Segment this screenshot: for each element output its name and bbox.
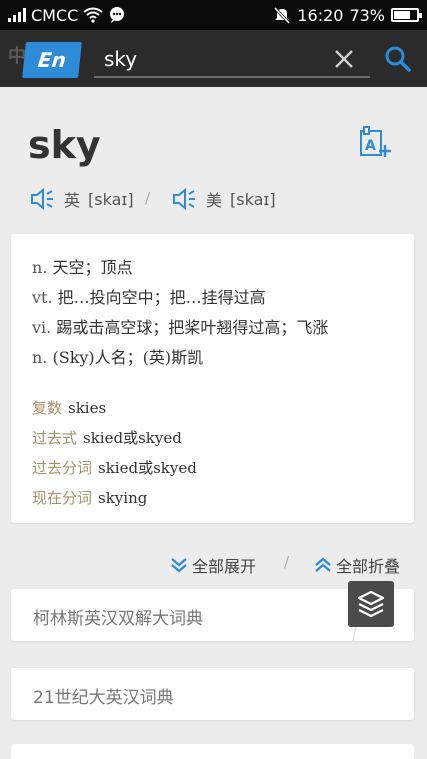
expand-all-button[interactable]: 全部展开 <box>170 553 256 577</box>
svg-text:A: A <box>365 138 376 154</box>
lang-switch-en[interactable]: En <box>22 42 82 78</box>
add-to-wordbook-icon[interactable]: A <box>358 125 392 161</box>
carrier-label: CMCC <box>31 5 79 25</box>
word-form-label: 复数 <box>32 399 63 417</box>
chevron-double-down-icon <box>171 558 187 573</box>
definition-line: n. 天空；顶点 <box>32 254 133 278</box>
wifi-icon <box>83 7 103 23</box>
word-form-value: skied或skyed <box>83 429 182 447</box>
dictionary-name: 柯林斯英汉双解大词典 <box>33 609 203 629</box>
dictionary-name: 21世纪大英汉词典 <box>33 688 174 708</box>
status-bar: CMCC 16:20 73% <box>0 0 427 30</box>
status-left: CMCC <box>8 5 126 25</box>
pron-separator: / <box>145 189 151 207</box>
word-form-label: 现在分词 <box>32 489 93 507</box>
search-input[interactable] <box>104 44 324 74</box>
chevron-double-up-icon <box>315 557 331 572</box>
entry-content: sky A 英 [skaɪ] / 美 [skaɪ] n. 天空；顶点 vt. 把… <box>0 87 427 759</box>
definition-line: vt. 把…投向空中；把…挂得过高 <box>32 284 266 308</box>
speaker-icon[interactable] <box>172 188 198 210</box>
headword: sky <box>28 123 101 167</box>
part-of-speech: n. <box>32 258 48 277</box>
battery-percent: 73% <box>349 5 385 25</box>
status-right: 16:20 73% <box>273 5 422 25</box>
part-of-speech: vi. <box>32 318 52 337</box>
part-of-speech: n. <box>32 348 48 367</box>
controls-separator: / <box>284 553 290 571</box>
collapse-all-button[interactable]: 全部折叠 <box>314 553 400 577</box>
definition-text: 踢或击高空球；把桨叶翘得过高；飞涨 <box>56 318 329 337</box>
dictionary-section[interactable]: 21世纪大英汉词典 <box>11 668 414 720</box>
pron-uk-phonetic: [skaɪ] <box>88 189 134 209</box>
battery-icon <box>391 8 422 22</box>
word-form: 复数 skies <box>32 397 106 418</box>
message-icon <box>110 7 125 23</box>
word-form-label: 过去分词 <box>32 459 93 477</box>
definition-text: (Sky)人名；(英)斯凯 <box>52 348 204 367</box>
pron-us-phonetic: [skaɪ] <box>230 189 276 209</box>
word-form-value: skied或skyed <box>98 459 197 477</box>
speaker-icon[interactable] <box>30 188 56 210</box>
clock: 16:20 <box>297 5 344 25</box>
definition-text: 把…投向空中；把…挂得过高 <box>57 288 266 307</box>
layers-button[interactable] <box>348 581 394 627</box>
pron-uk[interactable]: 英 [skaɪ] <box>30 187 134 211</box>
signal-icon <box>8 8 26 22</box>
definition-line: vi. 踢或击高空球；把桨叶翘得过高；飞涨 <box>32 314 328 338</box>
word-form-value: skies <box>68 399 107 417</box>
pron-us[interactable]: 美 [skaɪ] <box>172 187 276 211</box>
word-form: 过去分词 skied或skyed <box>32 457 197 478</box>
search-box <box>94 40 370 78</box>
definition-card: n. 天空；顶点 vt. 把…投向空中；把…挂得过高 vi. 踢或击高空球；把桨… <box>11 234 414 523</box>
collapse-all-label: 全部折叠 <box>336 557 401 576</box>
layers-icon <box>357 590 385 618</box>
expand-all-label: 全部展开 <box>192 557 257 576</box>
word-form-label: 过去式 <box>32 429 78 447</box>
pron-us-label: 美 <box>206 191 223 210</box>
search-header: 中 En <box>0 30 427 87</box>
close-icon[interactable] <box>330 44 358 74</box>
mute-icon <box>274 6 291 24</box>
search-icon[interactable] <box>383 44 413 74</box>
word-form-value: skying <box>98 489 148 507</box>
word-form: 现在分词 skying <box>32 487 147 508</box>
pron-uk-label: 英 <box>64 191 81 210</box>
definition-text: 天空；顶点 <box>52 258 133 277</box>
definition-line: n. (Sky)人名；(英)斯凯 <box>32 344 203 368</box>
part-of-speech: vt. <box>32 288 53 307</box>
word-form: 过去式 skied或skyed <box>32 427 182 448</box>
dictionary-section[interactable] <box>11 744 414 759</box>
